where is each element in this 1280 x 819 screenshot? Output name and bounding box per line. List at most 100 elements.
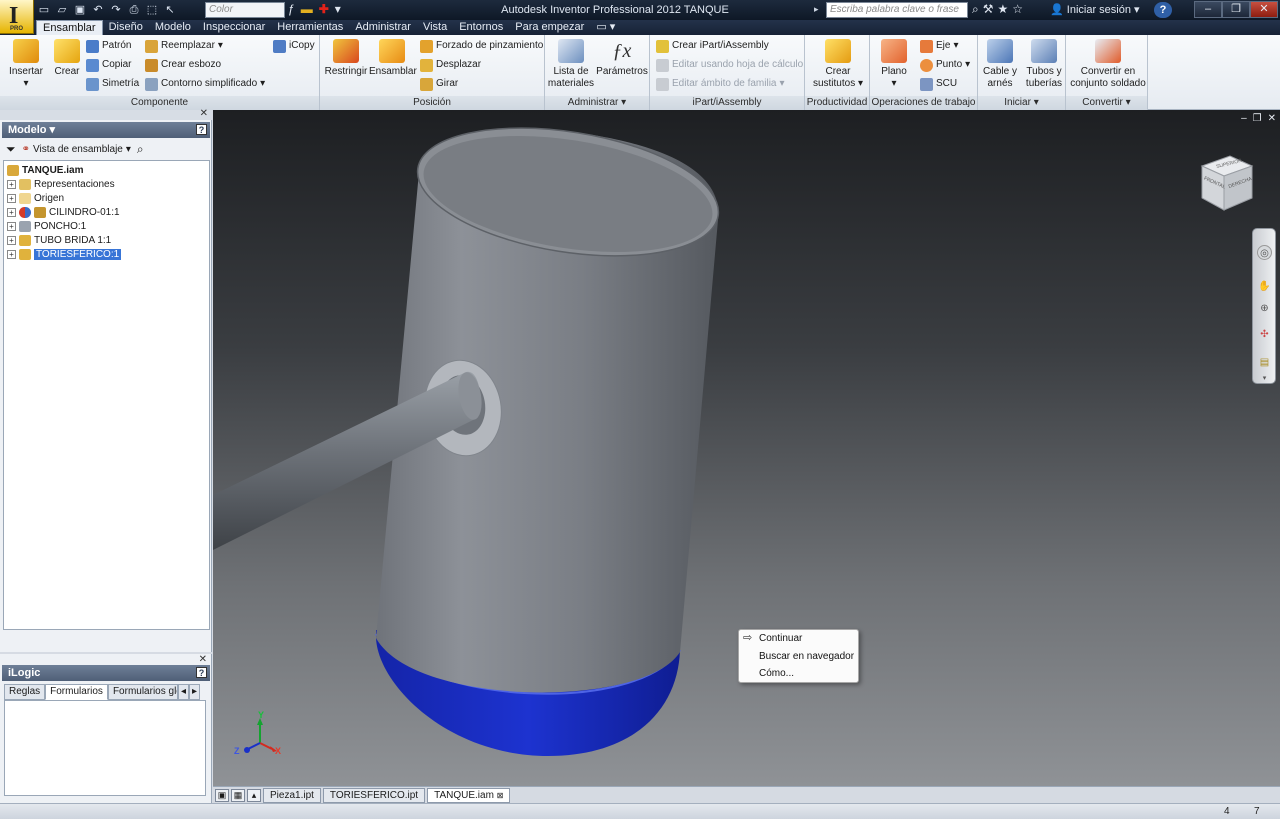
menu-item-como[interactable]: Cómo... [759, 666, 794, 682]
help-search-input[interactable]: Escriba palabra clave o frase [826, 2, 968, 18]
viewport-minimize-icon[interactable]: – [1241, 113, 1247, 124]
panel-label-convertir[interactable]: Convertir ▾ [1066, 96, 1147, 110]
color-dropdown[interactable]: Color [205, 2, 285, 18]
tab-herramientas[interactable]: Herramientas [271, 20, 349, 35]
expand-icon[interactable]: + [7, 249, 16, 259]
select-icon[interactable]: ⬚ [144, 3, 160, 18]
forzado-button[interactable]: Forzado de pinzamiento [420, 38, 543, 54]
tab-modelo[interactable]: Modelo [149, 20, 197, 35]
contorno-button[interactable]: Contorno simplificado ▾ [145, 76, 265, 92]
tab-administrar[interactable]: Administrar [349, 20, 417, 35]
orbit-icon[interactable]: ✣ [1257, 327, 1272, 342]
ensamblar-button[interactable]: Ensamblar [369, 39, 417, 78]
crear-esbozo-button[interactable]: Crear esbozo [145, 57, 221, 73]
binoculars-icon[interactable]: ⌕ [972, 2, 979, 17]
tree-node-tubo-brida[interactable]: + TUBO BRIDA 1:1 [7, 233, 111, 247]
ribbon-display-toggle-icon[interactable]: ▭ ▾ [590, 20, 621, 35]
punto-button[interactable]: Punto ▾ [920, 57, 970, 73]
sign-in-button[interactable]: 👤 Iniciar sesión ▾ [1050, 2, 1140, 18]
lista-materiales-button[interactable]: Lista de materiales [547, 39, 595, 90]
expand-icon[interactable]: + [7, 193, 16, 203]
print-icon[interactable]: ⎙ [126, 3, 142, 18]
doc-tab-toriesferico[interactable]: TORIESFERICO.ipt [322, 787, 426, 803]
look-at-icon[interactable]: ▤ [1257, 355, 1272, 370]
browser-help-icon[interactable]: ? [196, 124, 207, 135]
icopy-button[interactable]: iCopy [273, 38, 315, 54]
tab-formularios[interactable]: Formularios [45, 684, 108, 700]
tree-node-tanque[interactable]: TANQUE.iam [7, 163, 84, 177]
expand-icon[interactable]: + [7, 207, 16, 217]
tree-node-representaciones[interactable]: + Representaciones [7, 177, 115, 191]
simetria-button[interactable]: Simetría [86, 76, 139, 92]
restringir-button[interactable]: Restringir [324, 39, 368, 78]
tree-node-cilindro[interactable]: + CILINDRO-01:1 [7, 205, 120, 219]
menu-item-continuar[interactable]: Continuar [759, 631, 802, 647]
plano-button[interactable]: Plano ▾ [876, 39, 912, 90]
star-subscription-icon[interactable]: ★ [998, 2, 1009, 17]
cascade-windows-icon[interactable]: ▣ [215, 788, 229, 802]
add-red-cross-icon[interactable]: ✚ [319, 2, 329, 16]
tree-node-poncho[interactable]: + PONCHO:1 [7, 219, 86, 233]
tab-vista[interactable]: Vista [417, 20, 453, 35]
application-menu-button[interactable]: I PRO [0, 0, 34, 34]
restore-icon[interactable]: ❐ [1222, 1, 1250, 18]
steering-wheel-icon[interactable]: ◎ [1257, 245, 1272, 260]
find-binoculars-icon[interactable]: ⌕ [137, 142, 144, 157]
wrench-icon[interactable]: ⚒ [983, 2, 994, 17]
viewport-close-icon[interactable]: ✕ [1268, 113, 1276, 124]
scu-button[interactable]: SCU [920, 76, 957, 92]
panel-label-iniciar[interactable]: Iniciar ▾ [978, 96, 1065, 110]
ilogic-close-icon[interactable]: ✕ [199, 654, 207, 665]
graphics-viewport[interactable]: Y X Z – ❐ ✕ [213, 110, 1280, 786]
expand-icon[interactable]: + [7, 235, 16, 245]
eje-button[interactable]: Eje ▾ [920, 38, 958, 54]
qat-dropdown-icon[interactable]: ▾ [335, 2, 341, 16]
girar-button[interactable]: Girar [420, 76, 458, 92]
tab-diseno[interactable]: Diseño [103, 20, 149, 35]
favorite-star-icon[interactable]: ☆ [1012, 2, 1023, 17]
save-icon[interactable]: ▣ [72, 3, 88, 18]
redo-icon[interactable]: ↷ [108, 3, 124, 18]
insertar-button[interactable]: Insertar ▾ [6, 39, 46, 90]
cable-arnes-button[interactable]: Cable y arnés [980, 39, 1020, 90]
tab-reglas[interactable]: Reglas [4, 684, 46, 700]
cursor-icon[interactable]: ↖ [162, 3, 178, 18]
tab-inspeccionar[interactable]: Inspeccionar [197, 20, 271, 35]
undo-icon[interactable]: ↶ [90, 3, 106, 18]
close-icon[interactable]: ✕ [1250, 1, 1278, 18]
doc-tab-close-icon[interactable]: ⊠ [497, 791, 504, 800]
doc-tab-tanque[interactable]: TANQUE.iam ⊠ [427, 787, 511, 803]
expand-icon[interactable]: + [7, 179, 16, 189]
pan-hand-icon[interactable]: ✋ [1257, 279, 1272, 294]
tab-list-icon[interactable]: ▴ [247, 788, 261, 802]
tubos-tuberias-button[interactable]: Tubos y tuberías [1023, 39, 1065, 90]
tree-node-origen[interactable]: + Origen [7, 191, 64, 205]
tab-scroll-left-icon[interactable]: ◂ [177, 684, 189, 700]
viewcube[interactable]: FRONTAL DERECHA SUPERIOR [1198, 152, 1254, 212]
search-expand-icon[interactable]: ▸ [814, 4, 819, 15]
convertir-soldado-button[interactable]: Convertir en conjunto soldado [1068, 39, 1148, 90]
desplazar-button[interactable]: Desplazar [420, 57, 481, 73]
tab-para-empezar[interactable]: Para empezar [509, 20, 590, 35]
new-file-icon[interactable]: ▭ [36, 3, 52, 18]
tab-ensamblar[interactable]: Ensamblar [36, 20, 103, 35]
reemplazar-button[interactable]: Reemplazar ▾ [145, 38, 223, 54]
viewport-restore-icon[interactable]: ❐ [1253, 113, 1262, 124]
parametros-button[interactable]: ƒx Parámetros [596, 39, 648, 78]
panel-label-administrar[interactable]: Administrar ▾ [545, 96, 649, 110]
doc-tab-pieza1[interactable]: Pieza1.ipt [263, 787, 321, 803]
tab-entornos[interactable]: Entornos [453, 20, 509, 35]
crear-button[interactable]: Crear [50, 39, 84, 78]
menu-item-buscar-navegador[interactable]: Buscar en navegador [759, 649, 854, 665]
navbar-options-icon[interactable]: ▾ [1257, 371, 1272, 386]
patron-button[interactable]: Patrón [86, 38, 131, 54]
help-button[interactable]: ? [1154, 2, 1172, 18]
copiar-button[interactable]: Copiar [86, 57, 131, 73]
zoom-icon[interactable]: ⊕ [1257, 301, 1272, 316]
tile-windows-icon[interactable]: ▦ [231, 788, 245, 802]
browser-header[interactable]: Modelo ▾ ? [2, 122, 210, 138]
assembly-view-dropdown[interactable]: ⚭ Vista de ensamblaje ▾ [22, 144, 131, 155]
tree-node-toriesferico[interactable]: + TORIESFERICO:1 [7, 247, 122, 261]
line-style-icon[interactable]: ▬ [301, 2, 313, 16]
crear-ipart-button[interactable]: Crear iPart/iAssembly [656, 38, 769, 54]
